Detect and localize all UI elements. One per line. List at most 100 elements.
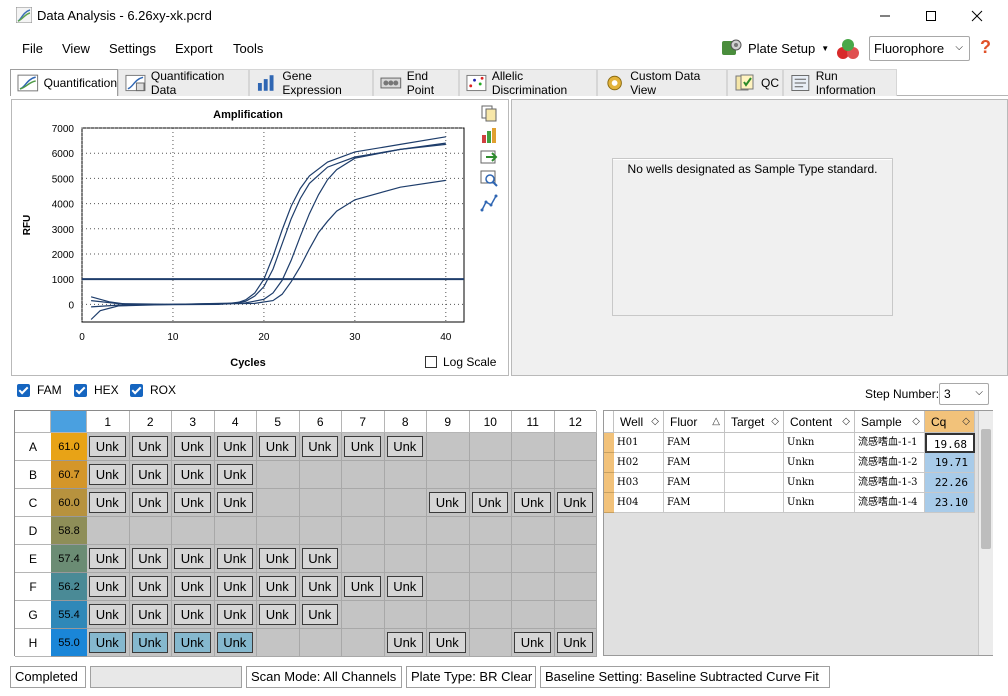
plate-well[interactable]: Unk bbox=[554, 629, 597, 657]
cell-target[interactable] bbox=[725, 433, 784, 453]
plate-well[interactable]: Unk bbox=[554, 489, 597, 517]
plate-corner[interactable] bbox=[15, 411, 51, 433]
plate-well[interactable]: Unk bbox=[87, 461, 130, 489]
plate-well[interactable] bbox=[427, 461, 470, 489]
plate-well[interactable] bbox=[342, 517, 385, 545]
plate-well[interactable] bbox=[384, 545, 427, 573]
plate-well[interactable]: Unk bbox=[129, 461, 172, 489]
row-marker[interactable] bbox=[604, 493, 614, 513]
cell-content[interactable]: Unkn bbox=[784, 473, 855, 493]
tab-run-information[interactable]: Run Information bbox=[783, 69, 897, 97]
cell-target[interactable] bbox=[725, 493, 784, 513]
select-all-corner[interactable] bbox=[51, 411, 87, 433]
column-header[interactable]: 5 bbox=[257, 411, 300, 433]
plate-well[interactable]: Unk bbox=[214, 461, 257, 489]
cell-cq[interactable]: 19.71 bbox=[925, 453, 975, 473]
plate-well[interactable] bbox=[427, 545, 470, 573]
plate-well[interactable] bbox=[427, 573, 470, 601]
plate-well[interactable]: Unk bbox=[87, 433, 130, 461]
plate-well[interactable]: Unk bbox=[299, 433, 342, 461]
plate-well[interactable]: Unk bbox=[384, 433, 427, 461]
plate-well[interactable] bbox=[469, 433, 512, 461]
plate-well[interactable] bbox=[257, 517, 300, 545]
plate-well[interactable] bbox=[427, 433, 470, 461]
plate-well[interactable] bbox=[384, 489, 427, 517]
plate-well[interactable] bbox=[512, 461, 555, 489]
plate-well[interactable]: Unk bbox=[214, 573, 257, 601]
plate-well[interactable] bbox=[469, 601, 512, 629]
tab-gene-expression[interactable]: Gene Expression bbox=[249, 69, 373, 97]
plate-well[interactable] bbox=[342, 629, 385, 657]
plate-well[interactable] bbox=[87, 517, 130, 545]
column-header[interactable]: 3 bbox=[172, 411, 215, 433]
fluorophore-select[interactable]: Fluorophore ⌵ bbox=[869, 36, 970, 61]
column-header-well[interactable]: Well ◇ bbox=[614, 411, 664, 433]
plate-well[interactable] bbox=[129, 517, 172, 545]
cell-content[interactable]: Unkn bbox=[784, 453, 855, 473]
cell-cq[interactable]: 22.26 bbox=[925, 473, 975, 493]
rox-checkbox[interactable]: ROX bbox=[130, 383, 176, 397]
plate-well[interactable]: Unk bbox=[512, 489, 555, 517]
plate-well[interactable]: Unk bbox=[87, 573, 130, 601]
plate-well[interactable] bbox=[342, 601, 385, 629]
tab-custom-data-view[interactable]: Custom Data View bbox=[597, 69, 727, 97]
column-header[interactable]: 8 bbox=[384, 411, 427, 433]
plate-well[interactable] bbox=[342, 489, 385, 517]
plate-well[interactable]: Unk bbox=[172, 629, 215, 657]
plate-well[interactable]: Unk bbox=[384, 573, 427, 601]
plate-well[interactable] bbox=[554, 545, 597, 573]
cell-cq[interactable]: 19.68 bbox=[925, 433, 975, 453]
chart-options-icon[interactable] bbox=[480, 126, 498, 144]
menu-export[interactable]: Export bbox=[175, 41, 213, 56]
plate-well[interactable]: Unk bbox=[172, 573, 215, 601]
close-button[interactable] bbox=[962, 4, 992, 28]
plate-well[interactable]: Unk bbox=[257, 601, 300, 629]
cell-target[interactable] bbox=[725, 473, 784, 493]
row-header[interactable]: F bbox=[15, 573, 51, 601]
plate-well[interactable] bbox=[257, 461, 300, 489]
tab-quantification-data[interactable]: Quantification Data bbox=[118, 69, 249, 97]
tab-allelic-discrimination[interactable]: Allelic Discrimination bbox=[459, 69, 597, 97]
maximize-button[interactable] bbox=[916, 4, 946, 28]
plate-well[interactable]: Unk bbox=[214, 433, 257, 461]
plate-well[interactable] bbox=[214, 517, 257, 545]
plate-well[interactable]: Unk bbox=[214, 489, 257, 517]
column-header[interactable]: 12 bbox=[554, 411, 597, 433]
plate-well[interactable]: Unk bbox=[257, 573, 300, 601]
plate-setup-button[interactable]: Plate Setup ▼ bbox=[720, 36, 829, 60]
plate-well[interactable] bbox=[384, 517, 427, 545]
plate-well[interactable]: Unk bbox=[129, 629, 172, 657]
curve-fit-icon[interactable] bbox=[480, 194, 498, 212]
column-header[interactable]: 1 bbox=[87, 411, 130, 433]
column-header[interactable]: 7 bbox=[342, 411, 385, 433]
plate-well[interactable]: Unk bbox=[87, 629, 130, 657]
plate-well[interactable]: Unk bbox=[384, 629, 427, 657]
fam-checkbox[interactable]: FAM bbox=[17, 383, 62, 397]
plate-well[interactable]: Unk bbox=[342, 433, 385, 461]
column-header[interactable]: 6 bbox=[299, 411, 342, 433]
row-header[interactable]: B bbox=[15, 461, 51, 489]
plate-well[interactable]: Unk bbox=[172, 433, 215, 461]
cell-sample[interactable]: 流感嗜血-1-3 bbox=[855, 473, 925, 493]
plate-well[interactable] bbox=[469, 573, 512, 601]
cell-fluor[interactable]: FAM bbox=[664, 473, 725, 493]
plate-well[interactable]: Unk bbox=[214, 629, 257, 657]
plate-well[interactable]: Unk bbox=[129, 573, 172, 601]
plate-well[interactable] bbox=[427, 601, 470, 629]
menu-view[interactable]: View bbox=[62, 41, 90, 56]
help-icon[interactable]: ? bbox=[980, 37, 991, 58]
cell-fluor[interactable]: FAM bbox=[664, 493, 725, 513]
zoom-icon[interactable] bbox=[480, 170, 498, 188]
plate-well[interactable] bbox=[469, 517, 512, 545]
tab-end-point[interactable]: End Point bbox=[373, 69, 459, 97]
cell-content[interactable]: Unkn bbox=[784, 493, 855, 513]
table-scrollbar[interactable] bbox=[978, 411, 993, 655]
plate-well[interactable] bbox=[512, 545, 555, 573]
plate-well[interactable] bbox=[512, 601, 555, 629]
menu-tools[interactable]: Tools bbox=[233, 41, 263, 56]
column-header[interactable]: 4 bbox=[214, 411, 257, 433]
export-chart-icon[interactable] bbox=[480, 148, 498, 166]
plate-well[interactable]: Unk bbox=[172, 461, 215, 489]
minimize-button[interactable] bbox=[870, 4, 900, 28]
row-header[interactable]: C bbox=[15, 489, 51, 517]
